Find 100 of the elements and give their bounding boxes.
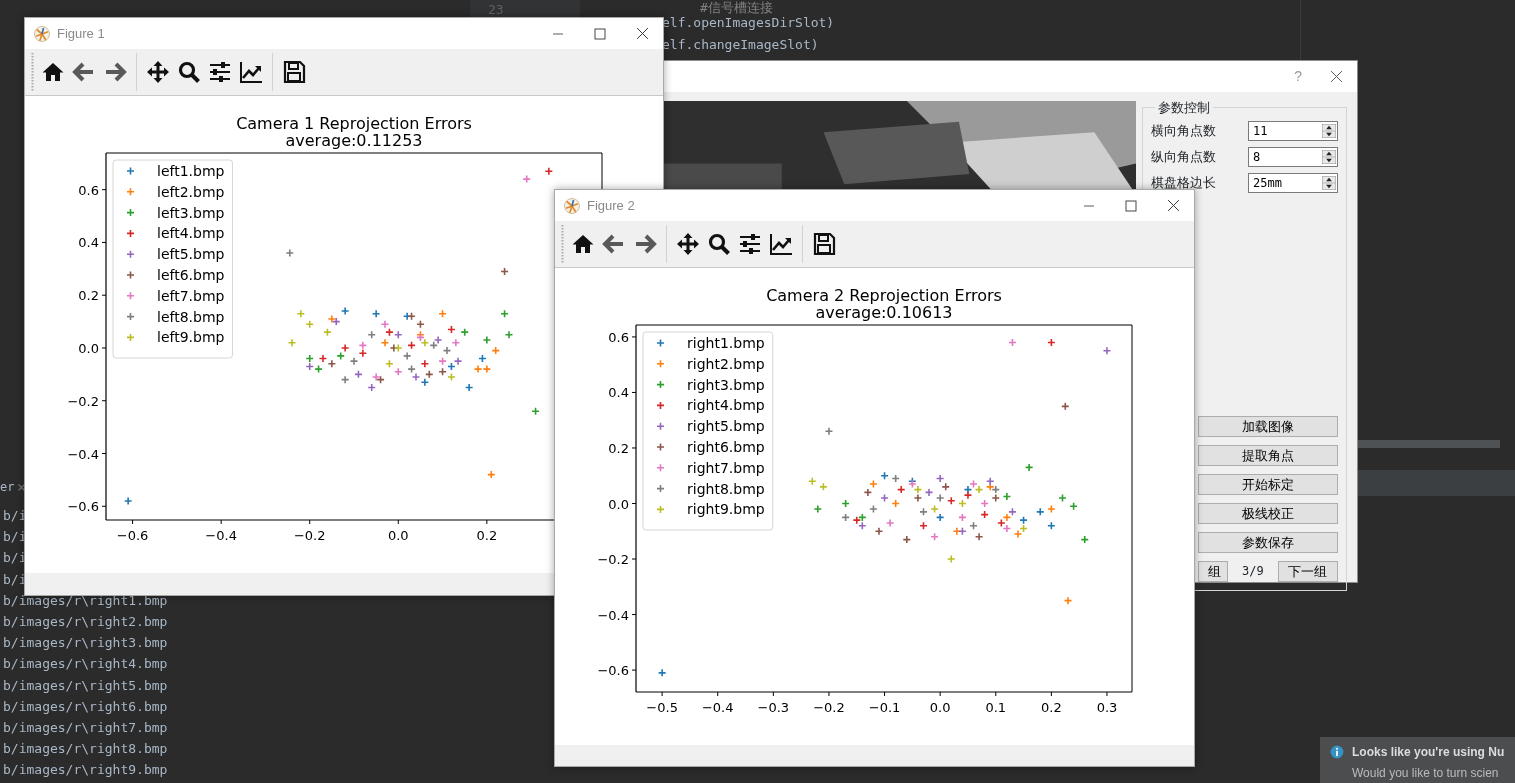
terminal-line: b/images/r\right4.bmp (3, 655, 168, 674)
close-icon[interactable] (1330, 70, 1343, 83)
terminal-line: b/images/r\right8.bmp (3, 740, 168, 759)
notification-title: Looks like you're using Nu (1352, 744, 1505, 761)
toolbar-grip (561, 225, 564, 263)
spin-buttons-icon[interactable] (1322, 149, 1336, 165)
tick-label: −0.6 (116, 528, 149, 543)
tick-label: −0.2 (597, 552, 629, 567)
line-chart-icon[interactable] (239, 60, 263, 84)
tick-label: 0.1 (985, 700, 1007, 715)
legend-label: left2.bmp (157, 183, 225, 200)
field-label: 纵向角点数 (1151, 148, 1216, 167)
tick-label: 0.0 (387, 528, 409, 543)
tick-label: −0.4 (205, 528, 237, 543)
back-arrow-icon[interactable] (72, 60, 96, 84)
terminal-line: b/images/r\right1.bmp (3, 591, 168, 610)
search-icon[interactable] (177, 60, 201, 84)
tick-label: 0.6 (78, 182, 99, 198)
search-icon[interactable] (707, 232, 731, 256)
maximize-icon[interactable] (1125, 199, 1137, 212)
save-icon[interactable] (812, 232, 836, 256)
prev-button[interactable]: 组 (1198, 560, 1228, 582)
legend-label: right1.bmp (687, 335, 765, 351)
close-icon[interactable] (1167, 199, 1180, 212)
tick-label: −0.2 (293, 528, 326, 543)
field-label: 横向角点数 (1151, 122, 1216, 141)
action-button[interactable]: 提取角点 (1198, 444, 1338, 466)
action-button[interactable]: 开始标定 (1198, 473, 1338, 495)
tick-label: −0.5 (646, 700, 678, 715)
window-title: Figure 2 (587, 196, 635, 215)
maximize-icon[interactable] (594, 27, 606, 40)
tick-label: 0.6 (608, 329, 629, 345)
legend-label: right4.bmp (687, 397, 765, 414)
save-icon[interactable] (282, 60, 306, 84)
tick-label: −0.2 (813, 700, 845, 715)
legend-label: left5.bmp (157, 246, 225, 263)
spin-buttons-icon[interactable] (1322, 123, 1336, 139)
tick-label: 0.3 (1096, 700, 1118, 715)
move-icon[interactable] (146, 60, 170, 84)
chart-title: Camera 2 Reprojection Errors (766, 286, 1002, 305)
tick-label: −0.6 (597, 663, 629, 679)
next-button[interactable]: 下一组 (1277, 560, 1338, 582)
app-icon (563, 196, 581, 215)
terminal-line: b/images/r\right6.bmp (3, 697, 168, 716)
back-arrow-icon[interactable] (602, 232, 626, 256)
terminal-line: b/i (3, 507, 27, 525)
forward-arrow-icon[interactable] (103, 60, 127, 84)
notification-message: Would you like to turn scien (1352, 765, 1500, 782)
spin-buttons-icon[interactable] (1322, 175, 1336, 191)
action-button[interactable]: 极线校正 (1198, 502, 1338, 524)
legend-label: right5.bmp (687, 418, 765, 435)
legend-label: left6.bmp (157, 267, 225, 283)
code-line: elf.changeImageSlot) (662, 37, 819, 53)
tick-label: −0.4 (67, 446, 99, 462)
tick-label: 0.4 (608, 385, 629, 401)
tick-label: −0.2 (67, 393, 99, 409)
terminal-tab[interactable]: er (0, 478, 15, 496)
toolbar-grip (31, 53, 34, 91)
sliders-icon[interactable] (738, 232, 762, 256)
legend-label: left8.bmp (157, 308, 225, 325)
tick-label: 0.0 (929, 700, 951, 715)
legend-label: left9.bmp (157, 329, 225, 346)
code-line: elf.openImagesDirSlot) (662, 15, 835, 31)
tick-label: 0.0 (608, 496, 629, 512)
home-icon[interactable] (571, 232, 595, 256)
close-icon[interactable] (636, 27, 649, 40)
tick-label: 0.2 (608, 441, 629, 456)
window-title: Figure 1 (57, 24, 105, 43)
legend-label: left1.bmp (157, 163, 225, 179)
tick-label: 0.2 (1041, 700, 1062, 715)
action-button[interactable]: 加载图像 (1198, 415, 1338, 437)
tick-label: −0.4 (701, 700, 734, 715)
legend-label: left4.bmp (157, 225, 225, 242)
sliders-icon[interactable] (208, 60, 232, 84)
forward-arrow-icon[interactable] (633, 232, 657, 256)
legend-label: right9.bmp (687, 501, 765, 518)
terminal-line: b/i (3, 528, 27, 547)
legend-label: right2.bmp (687, 355, 765, 372)
field-label: 棋盘格边长 (1151, 174, 1216, 193)
legend-label: right7.bmp (687, 459, 765, 476)
action-button[interactable]: 参数保存 (1198, 531, 1338, 553)
legend-label: right6.bmp (687, 439, 765, 455)
terminal-line: b/i (3, 549, 27, 568)
tick-label: 0.2 (78, 288, 99, 304)
chart-title: Camera 1 Reprojection Errors (236, 114, 472, 133)
terminal-line: b/images/r\right2.bmp (3, 613, 168, 631)
page-counter: 3/9 (1241, 563, 1265, 581)
move-icon[interactable] (676, 232, 700, 256)
terminal-line: b/images/r\right7.bmp (3, 719, 168, 738)
tick-label: 0.4 (78, 235, 99, 251)
legend-label: right3.bmp (687, 376, 765, 393)
terminal-line: b/images/r\right3.bmp (3, 634, 168, 653)
line-chart-icon[interactable] (769, 232, 793, 256)
tick-label: −0.4 (597, 607, 629, 623)
home-icon[interactable] (41, 60, 65, 84)
chart-subtitle: average:0.11253 (285, 131, 423, 150)
tick-label: −0.1 (868, 700, 901, 715)
legend-label: left3.bmp (157, 204, 225, 221)
tick-label: 0.2 (476, 528, 498, 543)
legend-label: right8.bmp (687, 480, 765, 497)
